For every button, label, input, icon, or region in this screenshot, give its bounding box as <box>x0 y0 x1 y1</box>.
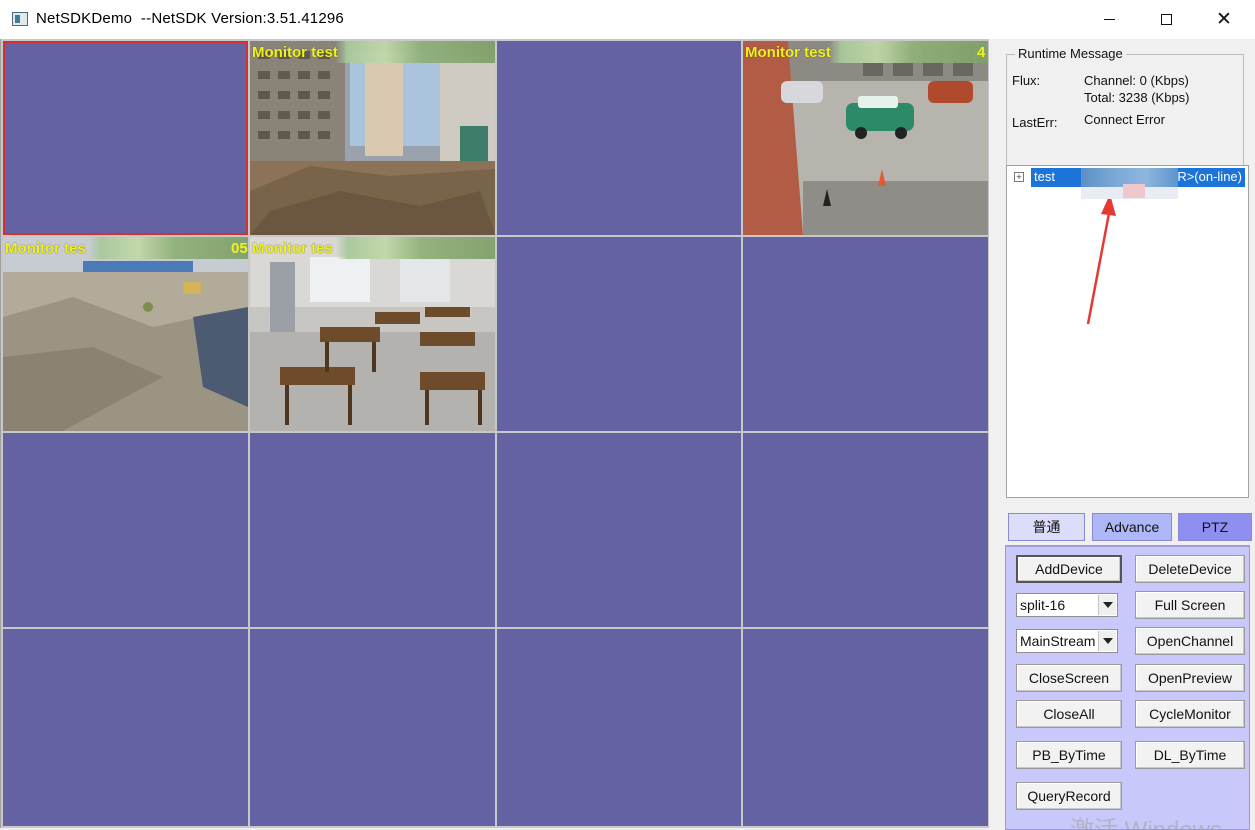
video-cell-9[interactable] <box>3 433 248 627</box>
full-screen-button[interactable]: Full Screen <box>1135 591 1245 619</box>
tree-node-name: test <box>1034 169 1055 184</box>
minimize-icon <box>1103 19 1115 20</box>
cell-title: Monitor tes <box>5 240 86 257</box>
video-cell-8[interactable] <box>743 237 988 431</box>
close-icon: ✕ <box>1216 9 1232 30</box>
close-all-button[interactable]: CloseAll <box>1016 700 1122 728</box>
video-cell-10[interactable] <box>250 433 495 627</box>
activation-watermark: 激活 Windows <box>1070 810 1222 830</box>
control-panel: Runtime Message Flux: Channel: 0 (Kbps) … <box>992 39 1255 830</box>
expand-icon[interactable]: + <box>1014 172 1024 182</box>
button-panel: AddDevice DeleteDevice split-16 Full Scr… <box>1005 545 1250 830</box>
maximize-button[interactable] <box>1137 0 1195 39</box>
video-cell-16[interactable] <box>743 629 988 826</box>
demolition-site-video <box>3 237 248 431</box>
flux-channel-value: Channel: 0 (Kbps) <box>1084 73 1189 88</box>
video-cell-4[interactable]: Monitor test 4 <box>743 41 988 235</box>
tab-ptz[interactable]: PTZ <box>1178 513 1252 541</box>
open-preview-button[interactable]: OpenPreview <box>1135 664 1245 692</box>
chevron-down-icon[interactable] <box>1098 631 1116 651</box>
cycle-monitor-button[interactable]: CycleMonitor <box>1135 700 1245 728</box>
add-device-button[interactable]: AddDevice <box>1016 555 1122 583</box>
tree-node-device[interactable]: test <NVR>(on-line) <box>1031 168 1245 199</box>
video-cell-12[interactable] <box>743 433 988 627</box>
title-bar[interactable]: NetSDKDemo --NetSDK Version:3.51.41296 ✕ <box>0 0 1255 39</box>
delete-device-button[interactable]: DeleteDevice <box>1135 555 1245 583</box>
tab-advance[interactable]: Advance <box>1092 513 1172 541</box>
split-select-value: split-16 <box>1020 597 1066 613</box>
street-taxi-video <box>743 41 988 235</box>
runtime-message-title: Runtime Message <box>1015 46 1126 61</box>
cell-title-suffix: 05 <box>231 240 248 257</box>
stream-select-value: MainStream <box>1020 633 1096 649</box>
window-title: NetSDKDemo --NetSDK Version:3.51.41296 <box>36 10 344 27</box>
video-cell-2[interactable]: Monitor test <box>250 41 495 235</box>
lasterr-value: Connect Error <box>1084 112 1165 127</box>
lasterr-label: LastErr: <box>1012 115 1058 130</box>
video-cell-1[interactable] <box>3 41 248 235</box>
split-select[interactable]: split-16 <box>1016 593 1118 617</box>
cell-title: Monitor test <box>745 44 831 61</box>
close-screen-button[interactable]: CloseScreen <box>1016 664 1122 692</box>
tab-normal[interactable]: 普通 <box>1008 513 1085 541</box>
close-button[interactable]: ✕ <box>1195 0 1253 39</box>
video-cell-3[interactable] <box>497 41 741 235</box>
pb-by-time-button[interactable]: PB_ByTime <box>1016 741 1122 769</box>
flux-total-value: Total: 3238 (Kbps) <box>1084 90 1190 105</box>
video-cell-13[interactable] <box>3 629 248 826</box>
video-grid: Monitor test Monitor test 4 Monitor tes … <box>0 39 989 828</box>
dining-room-video <box>250 237 495 431</box>
cell-title-suffix: 4 <box>977 44 986 61</box>
video-cell-15[interactable] <box>497 629 741 826</box>
cell-title: Monitor tes <box>252 240 333 257</box>
cell-title: Monitor test <box>252 44 338 61</box>
video-cell-7[interactable] <box>497 237 741 431</box>
netsdk-demo-window: NetSDKDemo --NetSDK Version:3.51.41296 ✕ <box>0 0 1255 830</box>
annotation-arrow-icon <box>1086 194 1116 325</box>
video-cell-5[interactable]: Monitor tes 05 <box>3 237 248 431</box>
chevron-down-icon[interactable] <box>1098 595 1116 615</box>
runtime-message-group: Runtime Message Flux: Channel: 0 (Kbps) … <box>1006 46 1244 176</box>
video-cell-14[interactable] <box>250 629 495 826</box>
video-cell-11[interactable] <box>497 433 741 627</box>
construction-site-video <box>250 41 495 235</box>
redaction-blur <box>1123 184 1145 198</box>
app-icon <box>12 12 28 26</box>
minimize-button[interactable] <box>1080 0 1138 39</box>
open-channel-button[interactable]: OpenChannel <box>1135 627 1245 655</box>
query-record-button[interactable]: QueryRecord <box>1016 782 1122 810</box>
maximize-icon <box>1160 14 1172 25</box>
flux-label: Flux: <box>1012 73 1041 88</box>
video-cell-6[interactable]: Monitor tes <box>250 237 495 431</box>
device-tree[interactable]: + test <NVR>(on-line) <box>1006 165 1249 498</box>
stream-select[interactable]: MainStream <box>1016 629 1118 653</box>
dl-by-time-button[interactable]: DL_ByTime <box>1135 741 1245 769</box>
